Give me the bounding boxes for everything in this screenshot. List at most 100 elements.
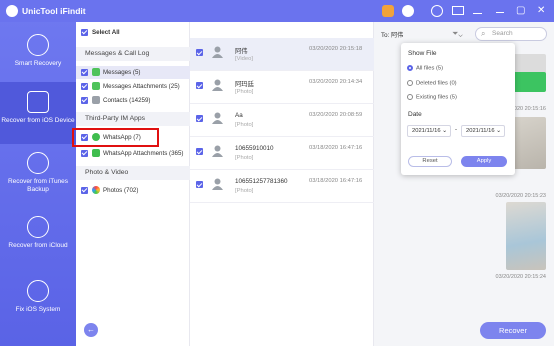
checkbox[interactable] bbox=[81, 28, 88, 36]
nav-label: Recover from iOS Device bbox=[1, 117, 75, 124]
radio-button[interactable] bbox=[407, 65, 413, 71]
radio-all-files[interactable]: All files (5) bbox=[407, 65, 443, 72]
category-messages-attachments[interactable]: Messages Attachments (25) bbox=[76, 80, 190, 93]
checkbox[interactable] bbox=[196, 148, 203, 155]
cart-icon[interactable] bbox=[382, 5, 394, 17]
checkbox[interactable] bbox=[81, 149, 88, 157]
message-time: 03/20/2020 20:15:18 bbox=[309, 46, 363, 52]
chevron-down-icon: ⌄ bbox=[496, 128, 501, 134]
date-label: Date bbox=[408, 111, 422, 118]
apply-button[interactable]: Apply bbox=[461, 156, 507, 167]
category-messages[interactable]: Messages (5) bbox=[76, 66, 190, 79]
radio-button[interactable] bbox=[407, 94, 413, 100]
search-icon: ⌕ bbox=[481, 29, 486, 38]
attachment-icon bbox=[92, 149, 100, 158]
contact-avatar-icon bbox=[212, 46, 223, 58]
menu-icon[interactable] bbox=[473, 7, 482, 14]
search-placeholder: Search bbox=[492, 30, 513, 37]
date-from-value: 2021/11/16 bbox=[412, 128, 441, 134]
search-input[interactable]: ⌕ Search bbox=[475, 27, 547, 41]
list-item[interactable]: 10655910010 [Photo] 03/18/2020 16:47:16 bbox=[190, 137, 374, 170]
message-name: 阿玛廷 bbox=[235, 81, 254, 88]
music-icon bbox=[27, 152, 49, 174]
select-all-label: Select All bbox=[92, 29, 120, 36]
message-preview: [Video] bbox=[235, 56, 253, 62]
message-name: Aa bbox=[235, 112, 243, 119]
recover-button[interactable]: Recover bbox=[480, 322, 546, 339]
radio-button[interactable] bbox=[407, 80, 413, 86]
category-whatsapp-attachments[interactable]: WhatsApp Attachments (365) bbox=[76, 147, 190, 160]
radio-deleted-files[interactable]: Deleted files (0) bbox=[407, 80, 457, 87]
close-icon[interactable]: ✕ bbox=[537, 5, 549, 17]
nav-smart-recovery[interactable]: Smart Recovery bbox=[0, 30, 76, 78]
message-time: 03/20/2020 20:08:59 bbox=[309, 112, 363, 118]
app-title: UnicTool iFindit bbox=[22, 6, 86, 16]
date-to-value: 2021/11/16 bbox=[466, 128, 495, 134]
category-contacts[interactable]: Contacts (14259) bbox=[76, 94, 190, 107]
message-name: 10655910010 bbox=[235, 145, 274, 152]
message-preview: [Photo] bbox=[235, 188, 254, 194]
category-label: WhatsApp Attachments (365) bbox=[103, 150, 184, 157]
list-item[interactable]: Aa [Photo] 03/20/2020 20:08:59 bbox=[190, 104, 374, 137]
contact-avatar-icon bbox=[212, 178, 223, 190]
category-label: Contacts (14259) bbox=[103, 97, 151, 104]
category-photos[interactable]: Photos (702) bbox=[76, 184, 190, 197]
message-preview: [Photo] bbox=[235, 122, 254, 128]
date-to-select[interactable]: 2021/11/16 ⌄ bbox=[461, 125, 505, 137]
message-preview: [Photo] bbox=[235, 155, 254, 161]
photos-icon bbox=[92, 186, 100, 195]
minimize-icon[interactable] bbox=[496, 5, 504, 13]
group-header: Photo & Video bbox=[76, 166, 190, 180]
recipient-label: To: 阿伟 bbox=[381, 32, 404, 39]
radio-label: Existing files (5) bbox=[416, 94, 457, 101]
nav-label: Recover from iTunes Backup bbox=[7, 178, 69, 193]
select-all[interactable]: Select All bbox=[76, 26, 190, 39]
nav-recover-itunes[interactable]: Recover from iTunes Backup bbox=[0, 150, 76, 200]
checkbox[interactable] bbox=[81, 82, 88, 90]
message-list: 阿伟 [Video] 03/20/2020 20:15:18 阿玛廷 [Phot… bbox=[190, 22, 374, 346]
filter-icon[interactable]: ⏷⌄ bbox=[452, 29, 463, 39]
group-header: Third-Party IM Apps bbox=[76, 112, 190, 126]
message-time: 03/18/2020 16:47:16 bbox=[309, 145, 363, 151]
contacts-icon bbox=[92, 96, 100, 105]
checkbox[interactable] bbox=[196, 49, 203, 56]
contact-avatar-icon bbox=[212, 112, 223, 124]
radio-label: Deleted files (0) bbox=[416, 80, 457, 87]
wrench-icon bbox=[27, 280, 49, 302]
list-item[interactable]: 阿玛廷 [Photo] 03/20/2020 20:14:34 bbox=[190, 71, 374, 104]
back-button[interactable]: ← bbox=[84, 323, 98, 337]
settings-icon[interactable] bbox=[431, 5, 443, 17]
app-logo-icon bbox=[6, 5, 18, 17]
messages-icon bbox=[92, 68, 100, 77]
media-thumbnail[interactable] bbox=[506, 202, 546, 270]
message-timestamp: 03/20/2020 20:15:24 bbox=[495, 274, 546, 280]
message-name: 106551257781360 bbox=[235, 178, 288, 185]
mail-icon[interactable] bbox=[452, 6, 464, 15]
nav-label: Recover from iCloud bbox=[8, 242, 68, 249]
chevron-down-icon: ⌄ bbox=[442, 128, 447, 134]
message-time: 03/18/2020 16:47:16 bbox=[309, 178, 363, 184]
checkbox[interactable] bbox=[81, 96, 88, 104]
message-name: 阿伟 bbox=[235, 48, 248, 55]
checkbox[interactable] bbox=[196, 82, 203, 89]
checkbox[interactable] bbox=[196, 181, 203, 188]
date-from-select[interactable]: 2021/11/16 ⌄ bbox=[407, 125, 451, 137]
date-separator: - bbox=[455, 127, 457, 133]
checkbox[interactable] bbox=[81, 68, 88, 76]
nav-recover-icloud[interactable]: Recover from iCloud bbox=[0, 214, 76, 264]
radio-existing-files[interactable]: Existing files (5) bbox=[407, 94, 457, 101]
attachment-icon bbox=[92, 82, 100, 91]
checkbox[interactable] bbox=[81, 186, 88, 194]
filter-popup: Show File All files (5) Deleted files (0… bbox=[401, 43, 515, 175]
nav-recover-ios-device[interactable]: Recover from iOS Device bbox=[0, 82, 76, 144]
category-label: Messages Attachments (25) bbox=[103, 83, 180, 90]
nav-fix-ios[interactable]: Fix iOS System bbox=[0, 278, 76, 320]
reset-button[interactable]: Reset bbox=[408, 156, 452, 167]
group-header: Messages & Call Log bbox=[76, 47, 190, 61]
maximize-icon[interactable]: ▢ bbox=[516, 5, 528, 17]
radio-label: All files (5) bbox=[416, 65, 444, 72]
account-icon[interactable] bbox=[402, 5, 414, 17]
list-item[interactable]: 阿伟 [Video] 03/20/2020 20:15:18 bbox=[190, 38, 374, 71]
list-item[interactable]: 106551257781360 [Photo] 03/18/2020 16:47… bbox=[190, 170, 374, 203]
checkbox[interactable] bbox=[196, 115, 203, 122]
